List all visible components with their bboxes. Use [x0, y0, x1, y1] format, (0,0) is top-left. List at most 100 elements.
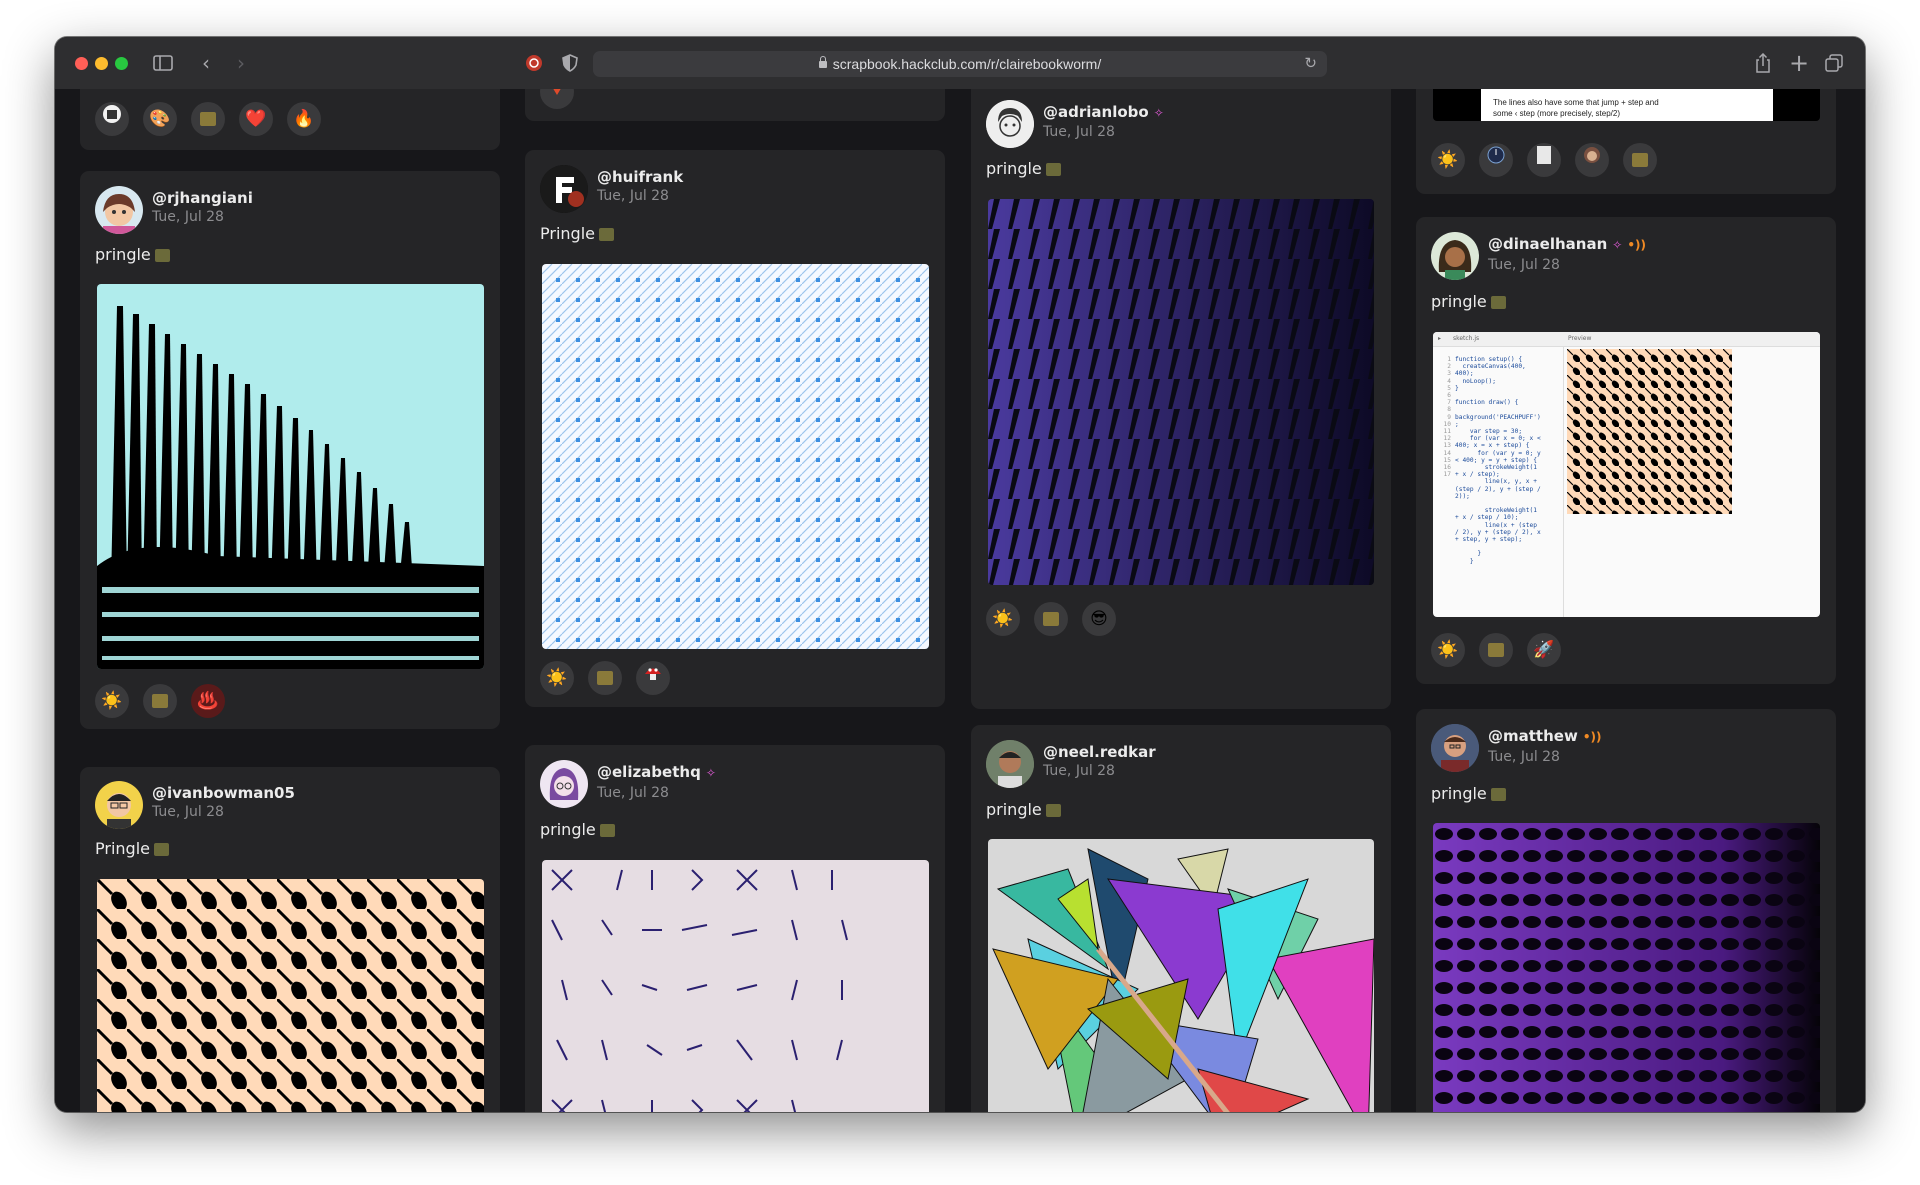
hot-springs-icon[interactable]: ♨️: [191, 684, 225, 718]
heart-icon[interactable]: ❤️: [239, 102, 273, 136]
username-text: @adrianlobo: [1043, 103, 1149, 121]
post-image[interactable]: [97, 879, 484, 1112]
sidebar-toggle-icon[interactable]: [150, 50, 176, 76]
sun-icon[interactable]: ☀️: [95, 684, 129, 718]
back-icon[interactable]: ‹: [195, 50, 217, 76]
post-date: Tue, Jul 28: [1043, 763, 1115, 779]
post-card: @adrianlobo ✧ Tue, Jul 28 pringle ☀️ 😎: [971, 89, 1391, 709]
caption-text: pringle: [986, 159, 1042, 178]
film-clip-icon[interactable]: [1623, 143, 1657, 177]
reload-icon[interactable]: ↻: [1304, 51, 1317, 77]
image-snippet: The lines also have some that jump + ste…: [1481, 89, 1773, 121]
post-card: @dinaelhanan ✧ •)) Tue, Jul 28 pringle ▸ s…: [1416, 217, 1836, 684]
rocket-icon[interactable]: 🚀: [1527, 633, 1561, 667]
line-number: 4: [1447, 377, 1451, 385]
sun-icon[interactable]: ☀️: [986, 602, 1020, 636]
film-clip-icon: [599, 824, 615, 837]
palette-icon[interactable]: 🎨: [143, 102, 177, 136]
username[interactable]: @matthew •)): [1488, 727, 1601, 745]
caption-text: pringle: [986, 800, 1042, 819]
username[interactable]: @elizabethq ✧: [597, 763, 716, 781]
code-line: 400);: [1455, 370, 1474, 378]
film-clip-icon[interactable]: [588, 661, 622, 695]
avatar[interactable]: [95, 186, 143, 234]
forward-icon[interactable]: ›: [230, 50, 252, 76]
post-image[interactable]: [988, 199, 1374, 585]
browser-toolbar: ‹ › scrapbook.hackclub.com/r/clairebookw…: [55, 37, 1865, 90]
film-clip-icon: [154, 249, 170, 262]
film-clip-icon: [1045, 163, 1061, 176]
post-card: 🎨 ❤️ 🔥: [80, 89, 500, 150]
sun-icon[interactable]: ☀️: [1431, 633, 1465, 667]
avatar[interactable]: [1431, 724, 1479, 772]
avatar[interactable]: [540, 165, 588, 213]
post-image[interactable]: [988, 839, 1374, 1112]
code-line: for (var x = 0; x <: [1455, 435, 1541, 443]
shield-icon[interactable]: [559, 50, 581, 76]
username[interactable]: @dinaelhanan ✧ •)): [1488, 235, 1646, 253]
post-card: @huifrank Tue, Jul 28 Pringle ☀️: [525, 150, 945, 707]
address-bar[interactable]: scrapbook.hackclub.com/r/clairebookworm/…: [593, 51, 1327, 77]
editor-tab: sketch.js: [1452, 335, 1480, 342]
post-image[interactable]: The lines also have some that jump + ste…: [1433, 89, 1820, 121]
line-number: 9: [1447, 413, 1451, 421]
code-line: + x / step / 10);: [1455, 514, 1519, 522]
code-line: background('PEACHPUFF'): [1455, 413, 1541, 421]
post-image[interactable]: [97, 284, 484, 669]
share-icon[interactable]: [1752, 50, 1774, 76]
username-text: @matthew: [1488, 727, 1578, 745]
sun-icon[interactable]: ☀️: [540, 661, 574, 695]
line-number: 15: [1443, 456, 1451, 464]
mushroom-icon[interactable]: [636, 661, 670, 695]
username-text: @dinaelhanan: [1488, 235, 1608, 253]
extension-icon[interactable]: [523, 50, 545, 76]
film-clip-icon[interactable]: [143, 684, 177, 718]
caption-text: Pringle: [95, 839, 150, 858]
post-card: @matthew •)) Tue, Jul 28 pringle: [1416, 709, 1836, 1112]
document-icon[interactable]: [1527, 143, 1561, 177]
post-image[interactable]: ▸ sketch.js Preview 1 2 3 4 5 6 7 8 9 10 11 12 13 14 1…: [1433, 332, 1820, 617]
code-line: + step, y + step);: [1455, 536, 1523, 544]
reaction-badge-icon[interactable]: [95, 102, 129, 136]
avatar[interactable]: [540, 760, 588, 808]
avatar[interactable]: [986, 100, 1034, 148]
post-card: The lines also have some that jump + ste…: [1416, 89, 1836, 194]
chevron-right-icon: ▸: [1438, 335, 1442, 342]
new-tab-icon[interactable]: +: [1788, 50, 1810, 76]
code-line: line(x + (step: [1455, 521, 1537, 529]
username[interactable]: @adrianlobo ✧: [1043, 103, 1164, 121]
post-image[interactable]: [1433, 823, 1820, 1112]
avatar[interactable]: [1431, 232, 1479, 280]
post-image[interactable]: [542, 264, 929, 649]
username[interactable]: @ivanbowman05: [152, 784, 295, 802]
post-date: Tue, Jul 28: [152, 209, 224, 225]
minimize-button[interactable]: [95, 57, 108, 70]
tab-overview-icon[interactable]: [1823, 50, 1845, 76]
username[interactable]: @rjhangiani: [152, 189, 253, 207]
line-number: 14: [1443, 449, 1451, 457]
fire-icon[interactable]: 🔥: [287, 102, 321, 136]
close-button[interactable]: [75, 57, 88, 70]
username[interactable]: @neel.redkar: [1043, 743, 1156, 761]
film-clip-icon[interactable]: [1034, 602, 1068, 636]
zoom-button[interactable]: [115, 57, 128, 70]
sun-icon[interactable]: ☀️: [1431, 143, 1465, 177]
line-number: 13: [1443, 442, 1451, 450]
film-clip-icon[interactable]: [191, 102, 225, 136]
sparkle-icon: ✧: [1153, 106, 1164, 120]
line-number: 11: [1443, 428, 1451, 436]
line-number: 2: [1447, 363, 1451, 371]
avatar[interactable]: [986, 740, 1034, 788]
post-image[interactable]: [542, 860, 929, 1112]
reaction-icon[interactable]: [540, 89, 574, 109]
clock-icon[interactable]: [1479, 143, 1513, 177]
code-editor: function setup() { createCanvas(400, 400)…: [1455, 356, 1563, 565]
face-icon[interactable]: [1575, 143, 1609, 177]
film-clip-icon[interactable]: [1479, 633, 1513, 667]
avatar[interactable]: [95, 781, 143, 829]
post-caption: pringle: [1431, 784, 1506, 803]
username-text: @elizabethq: [597, 763, 701, 781]
post-card: @elizabethq ✧ Tue, Jul 28 pringle: [525, 745, 945, 1112]
username[interactable]: @huifrank: [597, 168, 683, 186]
sunglasses-icon[interactable]: 😎: [1082, 602, 1116, 636]
